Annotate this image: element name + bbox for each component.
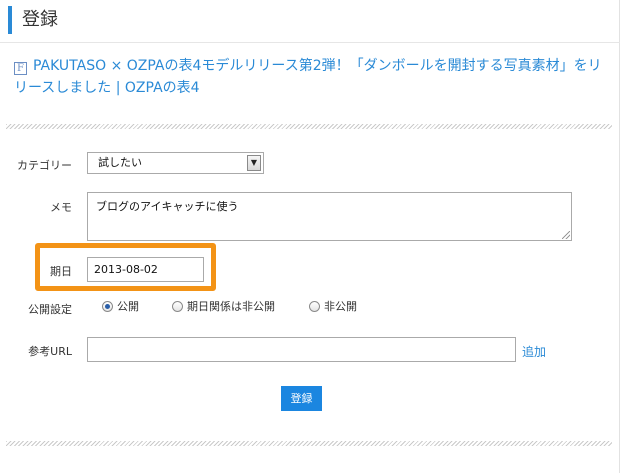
- facebook-f-icon: F: [14, 62, 27, 75]
- date-input[interactable]: 2013-08-02: [87, 257, 204, 282]
- date-input-value: 2013-08-02: [94, 263, 158, 276]
- radio-unselected-icon[interactable]: [172, 301, 183, 312]
- radio-public-label: 公開: [117, 300, 139, 313]
- category-select-value: 試したい: [98, 156, 142, 169]
- page-title: 登録: [8, 6, 58, 34]
- chevron-down-icon[interactable]: ▼: [247, 155, 261, 171]
- resize-grip-icon[interactable]: [562, 231, 570, 239]
- radio-private-label: 非公開: [324, 300, 357, 313]
- category-select[interactable]: 試したい ▼: [87, 152, 264, 174]
- notice-link-row[interactable]: F PAKUTASO × OZPAの表4モデルリリース第2弾！「ダンボールを開封す…: [14, 55, 610, 99]
- radio-date-private[interactable]: 期日関係は非公開: [172, 300, 275, 314]
- section-divider-bottom: [6, 441, 612, 446]
- radio-unselected-icon[interactable]: [309, 301, 320, 312]
- notice-link[interactable]: PAKUTASO × OZPAの表4モデルリリース第2弾！「ダンボールを開封する…: [14, 58, 602, 96]
- category-label: カテゴリー: [17, 159, 72, 172]
- radio-selected-icon[interactable]: [102, 301, 113, 312]
- memo-textarea-value: ブログのアイキャッチに使う: [96, 200, 239, 213]
- reference-url-input[interactable]: [87, 337, 516, 362]
- section-divider-top: [6, 124, 612, 129]
- title-divider: [0, 42, 620, 43]
- add-url-link[interactable]: 追加: [522, 343, 546, 360]
- page-frame: 登録 F PAKUTASO × OZPAの表4モデルリリース第2弾！「ダンボールを…: [0, 0, 620, 473]
- memo-textarea[interactable]: ブログのアイキャッチに使う: [87, 192, 572, 241]
- reference-url-label: 参考URL: [28, 345, 72, 358]
- date-label: 期日: [50, 265, 72, 278]
- radio-date-private-label: 期日関係は非公開: [187, 300, 275, 313]
- radio-public[interactable]: 公開: [102, 300, 139, 314]
- memo-label: メモ: [50, 201, 72, 214]
- submit-button[interactable]: 登録: [281, 386, 322, 411]
- visibility-label: 公開設定: [28, 303, 72, 316]
- radio-private[interactable]: 非公開: [309, 300, 357, 314]
